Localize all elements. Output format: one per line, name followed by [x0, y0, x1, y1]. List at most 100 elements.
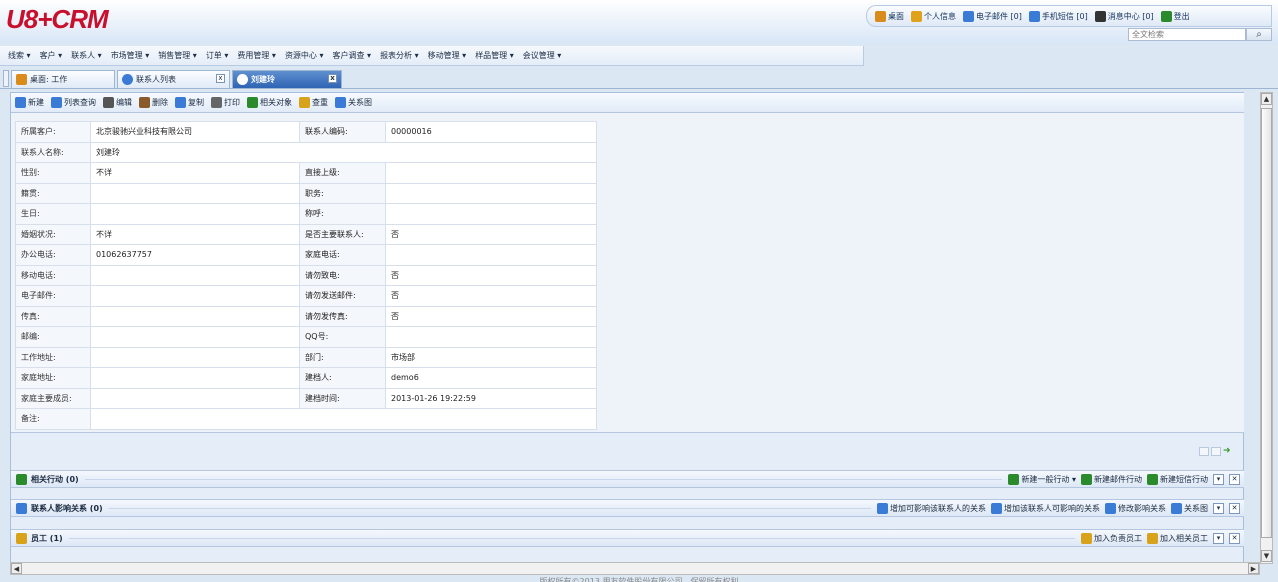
- section-divider: [84, 478, 1003, 480]
- section-action-link[interactable]: 增加可影响该联系人的关系: [877, 502, 986, 514]
- pager-button[interactable]: [1199, 447, 1209, 456]
- section-title[interactable]: 相关行动 (0): [11, 473, 79, 485]
- close-icon[interactable]: ✕: [1229, 532, 1240, 544]
- menu-item[interactable]: 订单 ▾: [206, 50, 229, 61]
- field-value: [90, 203, 300, 225]
- section-action-link[interactable]: 增加该联系人可影响的关系: [991, 502, 1100, 514]
- top-link-label: 电子邮件 [0]: [976, 11, 1022, 21]
- top-link-home[interactable]: 桌面: [875, 10, 904, 22]
- next-arrow-icon[interactable]: ➜: [1223, 447, 1235, 456]
- field-label: 部门:: [299, 346, 386, 368]
- section-action-link[interactable]: 加入相关员工: [1147, 532, 1208, 544]
- section-influence-relations: 联系人影响关系 (0) 增加可影响该联系人的关系 增加该联系人可影响的关系 修改影响关…: [11, 499, 1244, 517]
- field-value: demo6: [385, 367, 597, 389]
- section-action-link[interactable]: 新建邮件行动: [1081, 473, 1142, 485]
- menu-item[interactable]: 资源中心 ▾: [285, 50, 324, 61]
- section-action-link[interactable]: 加入负责员工: [1081, 532, 1142, 544]
- field-value: [90, 346, 300, 368]
- field-row: 所属客户: 北京骏驰兴业科技有限公司 联系人编码: 00000016: [15, 121, 597, 143]
- record-toolbar: 新建 列表查询 编辑 删除 复制 打印 相关对象 查重 关系图: [11, 93, 1244, 113]
- employee-icon: [16, 532, 27, 544]
- influence-icon: [16, 502, 27, 514]
- toolbar-button-relationship[interactable]: 关系图: [335, 97, 372, 108]
- tab-contact-detail[interactable]: 刘建玲 x: [232, 70, 342, 88]
- field-row: 电子邮件: 请勿发送邮件: 否: [15, 285, 597, 307]
- top-link-logout[interactable]: 登出: [1160, 10, 1190, 22]
- top-link-person[interactable]: 个人信息: [911, 10, 956, 22]
- toolbar-button-label: 删除: [152, 98, 168, 107]
- scroll-down-arrow-icon[interactable]: ▼: [1261, 550, 1272, 562]
- menu-item[interactable]: 联系人 ▾: [71, 50, 102, 61]
- toolbar-button-label: 关系图: [348, 98, 372, 107]
- tab-desktop[interactable]: 桌面: 工作: [11, 70, 115, 88]
- toolbar-button-print[interactable]: 打印: [211, 97, 240, 108]
- field-value: 01062637757: [90, 244, 300, 266]
- menu-item[interactable]: 市场管理 ▾: [111, 50, 150, 61]
- scroll-left-arrow-icon[interactable]: ◀: [11, 563, 22, 574]
- field-value: 不详: [90, 223, 300, 245]
- toolbar-button-copy[interactable]: 复制: [175, 97, 204, 108]
- top-link-mail[interactable]: 电子邮件 [0]: [963, 10, 1022, 22]
- collapse-icon[interactable]: ▾: [1213, 532, 1224, 544]
- tab-contact-list[interactable]: 联系人列表 x: [117, 70, 230, 88]
- search-button[interactable]: ⌕: [1246, 28, 1272, 41]
- field-value: [90, 326, 300, 348]
- section-action-label: 增加可影响该联系人的关系: [890, 503, 986, 513]
- collapse-icon[interactable]: ▾: [1213, 502, 1224, 514]
- section-title[interactable]: 员工 (1): [11, 532, 63, 544]
- field-label: 家庭地址:: [15, 367, 91, 389]
- section-action-link[interactable]: 修改影响关系: [1105, 502, 1166, 514]
- section-action-label: 关系图: [1184, 503, 1208, 513]
- close-icon[interactable]: ✕: [1229, 502, 1240, 514]
- vertical-scroll-thumb[interactable]: [1261, 108, 1272, 538]
- toolbar-button-related[interactable]: 相关对象: [247, 97, 292, 108]
- top-link-label: 个人信息: [924, 11, 956, 21]
- field-value: 不详: [90, 162, 300, 184]
- toolbar-button-dedupe[interactable]: 查重: [299, 97, 328, 108]
- menu-item[interactable]: 销售管理 ▾: [158, 50, 197, 61]
- field-row: 生日: 称呼:: [15, 203, 597, 225]
- top-link-message-center[interactable]: 消息中心 [0]: [1094, 10, 1154, 22]
- field-label: 办公电话:: [15, 244, 91, 266]
- tab-bar-toggle[interactable]: [3, 70, 9, 87]
- field-value: 否: [385, 223, 597, 245]
- menu-item[interactable]: 报表分析 ▾: [380, 50, 419, 61]
- section-title[interactable]: 联系人影响关系 (0): [11, 502, 103, 514]
- fulltext-search-input[interactable]: 全文检索: [1128, 28, 1246, 41]
- field-row: 办公电话: 01062637757 家庭电话:: [15, 244, 597, 266]
- toolbar-button-person[interactable]: 列表查询: [51, 97, 96, 108]
- main-menu-bar: 线索 ▾ 客户 ▾ 联系人 ▾ 市场管理 ▾ 销售管理 ▾ 订单 ▾ 费用管理 ▾ 资源中心 …: [0, 46, 864, 66]
- close-tab-icon[interactable]: x: [328, 74, 337, 83]
- section-action-link[interactable]: 新建一般行动 ▾: [1008, 473, 1076, 485]
- field-label: 性别:: [15, 162, 91, 184]
- section-action-link[interactable]: 新建短信行动: [1147, 473, 1208, 485]
- field-label: QQ号:: [299, 326, 386, 348]
- menu-item[interactable]: 客户 ▾: [40, 50, 63, 61]
- record-pager: ➜: [1199, 447, 1235, 456]
- toolbar-button-edit[interactable]: 编辑: [103, 97, 132, 108]
- contact-detail-table: 所属客户: 北京骏驰兴业科技有限公司 联系人编码: 00000016 联系人名称: 刘建玲…: [15, 121, 597, 430]
- menu-item[interactable]: 费用管理 ▾: [237, 50, 276, 61]
- section-divider: [108, 507, 871, 509]
- toolbar-button-new-contact[interactable]: 新建: [15, 97, 44, 108]
- field-value: 市场部: [385, 346, 597, 368]
- close-tab-icon[interactable]: x: [216, 74, 225, 83]
- field-row: 联系人名称: 刘建玲: [15, 141, 597, 163]
- collapse-icon[interactable]: ▾: [1213, 473, 1224, 485]
- menu-item[interactable]: 客户调查 ▾: [333, 50, 372, 61]
- horizontal-scrollbar[interactable]: [10, 562, 1260, 575]
- close-icon[interactable]: ✕: [1229, 473, 1240, 485]
- scroll-right-arrow-icon[interactable]: ▶: [1248, 563, 1259, 574]
- field-value: [385, 326, 597, 348]
- menu-item[interactable]: 移动管理 ▾: [428, 50, 467, 61]
- toolbar-button-delete[interactable]: 删除: [139, 97, 168, 108]
- menu-item[interactable]: 线索 ▾: [8, 50, 31, 61]
- menu-item[interactable]: 样品管理 ▾: [475, 50, 514, 61]
- pager-button[interactable]: [1211, 447, 1221, 456]
- toolbar-button-label: 复制: [188, 98, 204, 107]
- top-link-phone[interactable]: 手机短信 [0]: [1028, 10, 1088, 22]
- action-icon: [1105, 502, 1116, 514]
- section-action-link[interactable]: 关系图: [1171, 502, 1208, 514]
- scroll-up-arrow-icon[interactable]: ▲: [1261, 93, 1272, 105]
- menu-item[interactable]: 会议管理 ▾: [523, 50, 562, 61]
